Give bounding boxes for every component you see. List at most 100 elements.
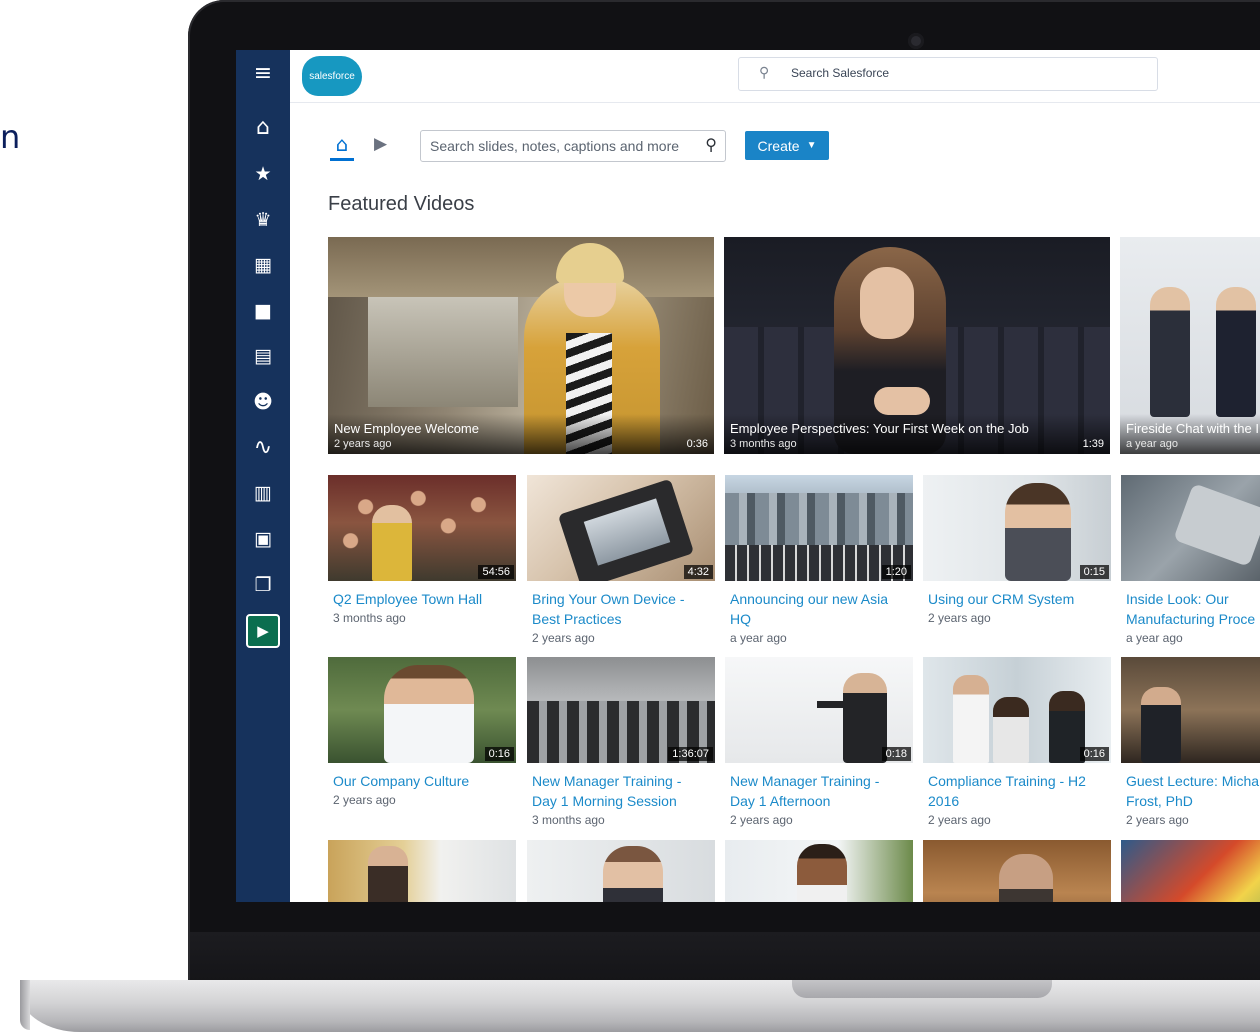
video-app-icon[interactable]: ▶ (246, 614, 280, 648)
video-title-link[interactable]: Bring Your Own Device - Best Practices (527, 589, 704, 629)
video-card[interactable]: 0:15 Using our CRM System 2 years ago (923, 475, 1111, 627)
video-card[interactable] (328, 840, 516, 902)
video-duration: 0:18 (881, 747, 911, 761)
webcam (908, 33, 924, 49)
create-button-label: Create (757, 137, 800, 154)
featured-video-title: Employee Perspectives: Your First Week o… (730, 421, 1029, 436)
video-age: 2 years ago (928, 813, 991, 827)
featured-video-card[interactable]: New Employee Welcome 2 years ago 0:36 (328, 237, 714, 454)
video-thumbnail[interactable]: 0:15 (923, 475, 1111, 581)
active-tab-indicator (330, 158, 354, 161)
video-card[interactable]: 0:18 New Manager Training - Day 1 Aftern… (725, 657, 913, 829)
video-thumbnail[interactable] (527, 840, 715, 902)
video-title-link[interactable]: Q2 Employee Town Hall (328, 589, 505, 609)
video-card[interactable]: 1:20 Announcing our new Asia HQ a year a… (725, 475, 913, 647)
video-title-link[interactable]: Using our CRM System (923, 589, 1100, 609)
video-age: 2 years ago (333, 793, 396, 807)
documents-icon[interactable]: ❐ (248, 570, 278, 600)
featured-video-title: Fireside Chat with the I (1126, 421, 1259, 436)
video-title-link[interactable]: New Manager Training - Day 1 Afternoon (725, 771, 902, 811)
video-duration: 0:16 (1079, 747, 1109, 761)
video-age: 2 years ago (1126, 813, 1189, 827)
person-star-icon[interactable]: ★ (248, 159, 278, 189)
video-age: 2 years ago (928, 611, 991, 625)
video-age: 2 years ago (730, 813, 793, 827)
activity-pulse-icon[interactable]: ∿ (248, 433, 278, 463)
video-age: 3 months ago (333, 611, 406, 625)
video-age: a year ago (730, 631, 787, 645)
video-title-link[interactable]: New Manager Training - Day 1 Morning Ses… (527, 771, 704, 811)
featured-video-duration: 0:36 (686, 438, 708, 450)
video-duration: 0:15 (1079, 565, 1109, 579)
video-duration: 54:56 (478, 565, 514, 579)
video-title-link[interactable]: Announcing our new Asia HQ (725, 589, 902, 629)
video-card[interactable]: 54:56 Q2 Employee Town Hall 3 months ago (328, 475, 516, 627)
video-duration: 0:16 (484, 747, 514, 761)
video-duration: 4:32 (683, 565, 713, 579)
video-card[interactable]: 0:16 Compliance Training - H2 2016 2 yea… (923, 657, 1111, 829)
video-card[interactable]: Inside Look: Our Manufacturing Proce a y… (1121, 475, 1260, 647)
video-title-link[interactable]: Inside Look: Our Manufacturing Proce (1121, 589, 1260, 629)
featured-video-duration: 1:39 (1082, 438, 1104, 450)
featured-video-age: 2 years ago (334, 438, 392, 450)
video-age: a year ago (1126, 631, 1183, 645)
featured-video-card[interactable]: Fireside Chat with the I a year ago (1120, 237, 1260, 454)
video-thumbnail[interactable]: 0:16 (328, 657, 516, 763)
featured-video-age: a year ago (1126, 438, 1178, 450)
video-age: 2 years ago (532, 631, 595, 645)
section-title: Featured Videos (328, 193, 475, 215)
global-search-input[interactable]: ⚲ Search Salesforce (738, 57, 1158, 91)
video-title-link[interactable]: Our Company Culture (328, 771, 505, 791)
search-icon[interactable]: ⚲ (705, 135, 717, 154)
chevron-down-icon: ▼ (806, 140, 817, 151)
video-card[interactable]: Guest Lecture: Micha Frost, PhD 2 years … (1121, 657, 1260, 829)
video-card[interactable]: 4:32 Bring Your Own Device - Best Practi… (527, 475, 715, 647)
report-clipboard-icon[interactable]: ▣ (248, 524, 278, 554)
video-thumbnail[interactable]: 1:20 (725, 475, 913, 581)
video-card[interactable] (725, 840, 913, 902)
video-thumbnail[interactable] (1121, 840, 1260, 902)
video-duration: 1:20 (881, 565, 911, 579)
video-thumbnail[interactable] (923, 840, 1111, 902)
featured-video-card[interactable]: Employee Perspectives: Your First Week o… (724, 237, 1110, 454)
global-header: salesforce ⚲ Search Salesforce (290, 50, 1260, 103)
video-thumbnail[interactable] (1121, 475, 1260, 581)
create-button[interactable]: Create ▼ (745, 131, 829, 160)
navigation-sidebar: ≡ ⌂ ★ ♛ ▦ ■ ▤ ☻ ∿ ▥ ▣ ❐ ▶ (236, 50, 290, 902)
video-thumbnail[interactable] (328, 840, 516, 902)
briefcase-icon[interactable]: ■ (248, 296, 278, 326)
hamburger-menu-icon[interactable]: ≡ (248, 59, 278, 89)
video-card[interactable] (1121, 840, 1260, 902)
video-thumbnail[interactable]: 0:18 (725, 657, 913, 763)
video-thumbnail[interactable]: 0:16 (923, 657, 1111, 763)
video-toolbar: ⌂ ▶ Search slides, notes, captions and m… (328, 130, 928, 162)
video-card[interactable]: 0:16 Our Company Culture 2 years ago (328, 657, 516, 809)
salesforce-logo[interactable]: salesforce (302, 56, 362, 96)
slide-text-fragment: n (0, 118, 21, 156)
news-feed-icon[interactable]: ▥ (248, 478, 278, 508)
featured-video-age: 3 months ago (730, 438, 797, 450)
video-thumbnail[interactable] (725, 840, 913, 902)
laptop-base-notch (792, 980, 1052, 998)
laptop-base-edge (20, 980, 30, 1030)
home-icon[interactable]: ⌂ (248, 113, 278, 143)
video-thumbnail[interactable] (1121, 657, 1260, 763)
video-title-link[interactable]: Compliance Training - H2 2016 (923, 771, 1100, 811)
video-card[interactable]: 1:36:07 New Manager Training - Day 1 Mor… (527, 657, 715, 829)
video-card[interactable] (527, 840, 715, 902)
laptop-base (20, 980, 1260, 1032)
video-title-link[interactable]: Guest Lecture: Micha Frost, PhD (1121, 771, 1260, 811)
app-screen: ≡ ⌂ ★ ♛ ▦ ■ ▤ ☻ ∿ ▥ ▣ ❐ ▶ salesforce ⚲ S… (236, 50, 1260, 902)
content-search-input[interactable]: Search slides, notes, captions and more … (420, 130, 726, 162)
video-thumbnail[interactable]: 4:32 (527, 475, 715, 581)
contact-card-icon[interactable]: ▤ (248, 341, 278, 371)
building-icon[interactable]: ▦ (248, 250, 278, 280)
groups-icon[interactable]: ☻ (248, 387, 278, 417)
video-thumbnail[interactable]: 1:36:07 (527, 657, 715, 763)
content-search-placeholder: Search slides, notes, captions and more (430, 138, 680, 154)
crown-icon[interactable]: ♛ (248, 205, 278, 235)
video-card[interactable] (923, 840, 1111, 902)
video-library-icon[interactable]: ▶ (374, 134, 396, 156)
video-thumbnail[interactable]: 54:56 (328, 475, 516, 581)
video-age: 3 months ago (532, 813, 605, 827)
